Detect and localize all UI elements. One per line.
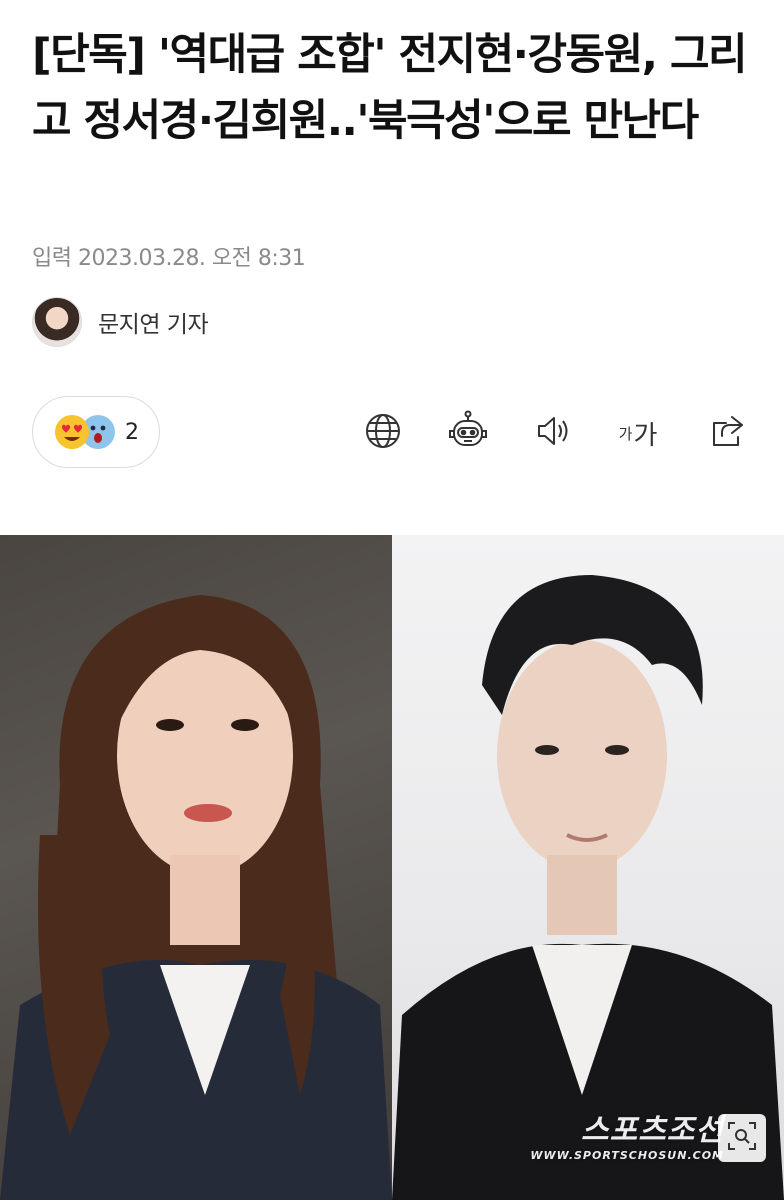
read-aloud-button[interactable] — [530, 410, 576, 456]
speaker-icon — [533, 411, 573, 455]
photo-right-person — [392, 535, 784, 1200]
heart-eyes-emoji-icon — [55, 415, 89, 449]
photo-watermark: 스포츠조선 WWW.SPORTSCHOSUN.COM — [530, 1105, 724, 1162]
font-size-button[interactable]: 가가 — [615, 410, 661, 456]
byline[interactable]: 문지연 기자 — [32, 296, 209, 348]
article-title: [단독] '역대급 조합' 전지현·강동원, 그리고 정서경·김희원..'북극성… — [32, 30, 748, 146]
article-toolbar: 가가 — [350, 402, 760, 462]
publish-date: 입력 2023.03.28. 오전 8:31 — [32, 246, 306, 271]
share-icon — [708, 411, 748, 455]
globe-icon — [364, 412, 402, 454]
summary-bot-button[interactable] — [445, 410, 491, 456]
reaction-count: 2 — [125, 419, 139, 445]
article-photo[interactable]: 스포츠조선 WWW.SPORTSCHOSUN.COM — [0, 535, 784, 1200]
robot-icon — [446, 409, 490, 457]
reporter-name[interactable]: 문지연 기자 — [98, 305, 209, 339]
share-button[interactable] — [705, 410, 751, 456]
zoom-icon — [727, 1121, 757, 1155]
translate-button[interactable] — [360, 410, 406, 456]
watermark-url: WWW.SPORTSCHOSUN.COM — [530, 1149, 724, 1162]
font-size-large-label: 가 — [633, 420, 658, 451]
reporter-avatar[interactable] — [32, 297, 82, 347]
photo-left-person — [0, 535, 392, 1200]
font-size-small-label: 가 — [618, 424, 633, 443]
reaction-button[interactable]: 2 — [32, 396, 160, 468]
photo-zoom-button[interactable] — [718, 1114, 766, 1162]
watermark-logo: 스포츠조선 — [581, 1113, 724, 1148]
